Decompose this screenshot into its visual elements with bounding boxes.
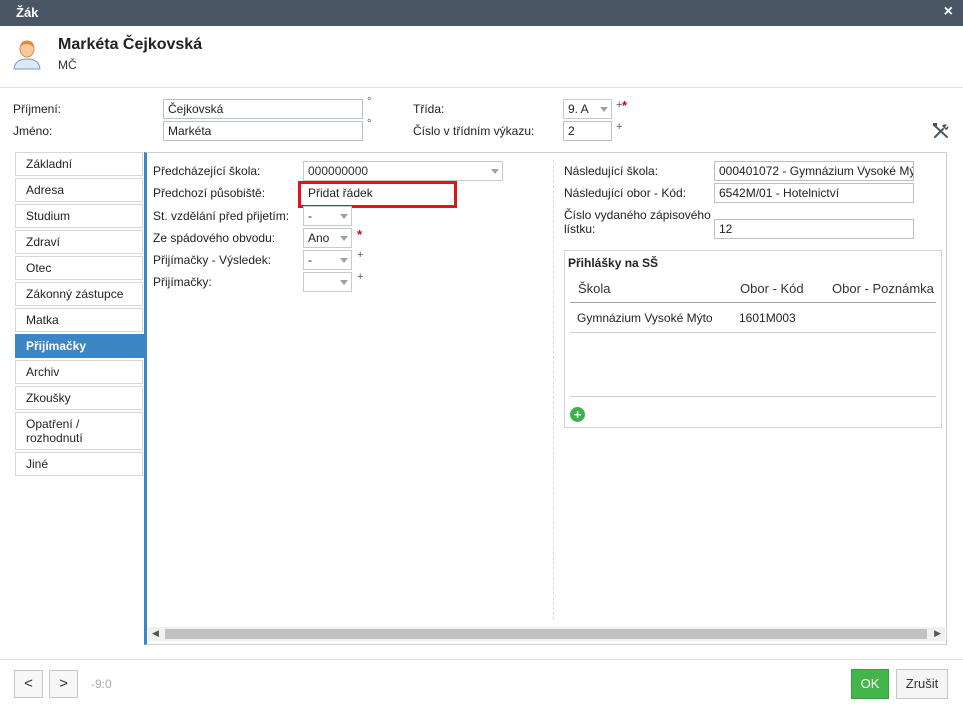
table-bottom-divider (570, 396, 936, 397)
exam-result-value: - (308, 253, 312, 267)
ok-button[interactable]: OK (851, 669, 889, 699)
highlight-box (298, 181, 457, 208)
next-school-input[interactable]: 000401072 - Gymnázium Vysoké Mýto (714, 161, 914, 181)
firstname-mark: ° (367, 118, 372, 130)
table-row-divider (570, 332, 936, 333)
table-cell-school: Gymnázium Vysoké Mýto (577, 311, 713, 325)
catchment-value: Ano (308, 231, 330, 245)
sidebar-item-studium[interactable]: Studium (15, 204, 143, 228)
dialog-footer (0, 659, 963, 711)
column-header-code[interactable]: Obor - Kód (740, 281, 804, 296)
education-select[interactable]: - (303, 206, 352, 226)
window-titlebar: Žák × (0, 0, 963, 26)
ticket-label: Číslo vydaného zápisového lístku: (564, 208, 711, 236)
sidebar-item-matka[interactable]: Matka (15, 308, 143, 332)
column-header-note[interactable]: Obor - Poznámka (832, 281, 934, 296)
class-required-mark: * (622, 98, 628, 113)
cancel-button[interactable]: Zrušit (896, 669, 948, 699)
table-cell-code: 1601M003 (739, 311, 796, 325)
sidebar-item-zkousky[interactable]: Zkoušky (15, 386, 143, 410)
column-header-school[interactable]: Škola (578, 281, 611, 296)
chevron-down-icon (340, 258, 348, 263)
register-input[interactable]: 2 (563, 121, 612, 141)
prev-school-label: Předcházející škola: (153, 164, 261, 178)
class-select-value: 9. A (568, 102, 589, 116)
user-avatar-icon (13, 40, 41, 70)
surname-input[interactable]: Čejkovská (163, 99, 363, 119)
student-header: Markéta Čejkovská MČ (0, 26, 963, 88)
chevron-down-icon (491, 169, 499, 174)
exam-result-mark: + (357, 249, 364, 261)
sidebar-item-otec[interactable]: Otec (15, 256, 143, 280)
firstname-input[interactable]: Markéta (163, 121, 363, 141)
applications-box (564, 250, 942, 428)
sidebar-item-adresa[interactable]: Adresa (15, 178, 143, 202)
add-icon[interactable]: + (570, 407, 585, 422)
chevron-down-icon (340, 280, 348, 285)
class-select[interactable]: 9. A (563, 99, 612, 119)
tools-icon[interactable] (932, 122, 950, 140)
exam-result-select[interactable]: - (303, 250, 352, 270)
next-school-label: Následující škola: (564, 164, 659, 178)
catchment-required-mark: * (357, 227, 363, 242)
scroll-left-icon[interactable]: ◀ (152, 628, 159, 639)
prev-workplace-label: Předchozí působiště: (153, 186, 266, 200)
sidebar-item-archiv[interactable]: Archiv (15, 360, 143, 384)
education-value: - (308, 209, 312, 223)
close-icon[interactable]: × (944, 3, 953, 21)
register-mark: + (616, 121, 623, 133)
next-record-button[interactable]: > (49, 670, 78, 698)
scrollbar-thumb[interactable] (165, 629, 927, 639)
register-label: Číslo v třídním výkazu: (413, 124, 535, 138)
exams-mark: + (357, 271, 364, 283)
header-divider (570, 302, 936, 303)
class-label: Třída: (413, 102, 445, 116)
chevron-down-icon (340, 214, 348, 219)
education-label: St. vzdělání před přijetím: (153, 209, 290, 223)
sidebar-item-jine[interactable]: Jiné (15, 452, 143, 476)
ticket-input[interactable]: 12 (714, 219, 914, 239)
window-title: Žák (16, 5, 39, 20)
student-name: Markéta Čejkovská (58, 36, 203, 53)
student-initials: MČ (58, 58, 77, 72)
chevron-down-icon (340, 236, 348, 241)
sidebar-item-opatreni[interactable]: Opatření / rozhodnutí (15, 412, 143, 450)
surname-mark: ° (367, 96, 372, 108)
exam-result-label: Přijímačky - Výsledek: (153, 253, 272, 267)
prev-school-select[interactable]: 000000000 (303, 161, 503, 181)
horizontal-scrollbar[interactable]: ◀ ▶ (148, 627, 945, 641)
exams-label: Přijímačky: (153, 275, 212, 289)
prev-record-button[interactable]: < (14, 670, 43, 698)
catchment-select[interactable]: Ano (303, 228, 352, 248)
sidebar-item-zdravi[interactable]: Zdraví (15, 230, 143, 254)
scroll-right-icon[interactable]: ▶ (934, 628, 941, 639)
sidebar-item-zakladni[interactable]: Základní (15, 152, 143, 176)
prev-school-value: 000000000 (308, 164, 369, 178)
surname-label: Příjmení: (13, 102, 62, 116)
applications-title: Přihlášky na SŠ (568, 256, 659, 270)
next-field-label: Následující obor - Kód: (564, 186, 687, 200)
record-counter: -9:0 (91, 677, 112, 691)
catchment-label: Ze spádového obvodu: (153, 231, 276, 245)
exams-select[interactable] (303, 272, 352, 292)
sidebar-item-prijimacky[interactable]: Přijímačky (15, 334, 145, 358)
next-field-input[interactable]: 6542M/01 - Hotelnictví (714, 183, 914, 203)
column-divider (553, 160, 554, 620)
chevron-down-icon (600, 107, 608, 112)
sidebar-item-zakonny-zastupce[interactable]: Zákonný zástupce (15, 282, 143, 306)
firstname-label: Jméno: (13, 124, 53, 138)
